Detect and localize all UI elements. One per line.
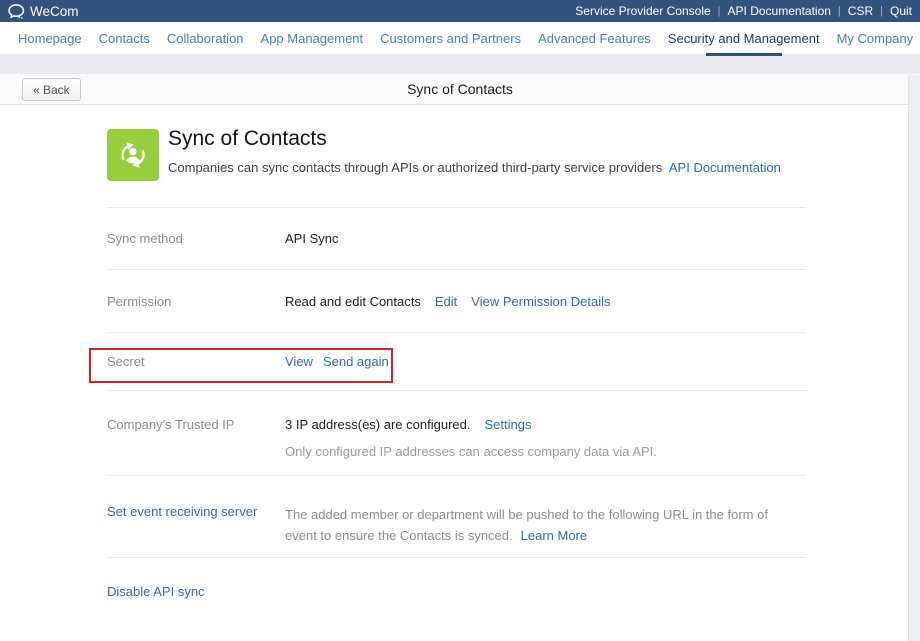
content: Sync of Contacts Companies can sync cont… [0,105,920,639]
nav-item-contacts[interactable]: Contacts [99,22,150,55]
nav-item-my-company[interactable]: My Company [837,22,914,55]
topbar: WeCom Service Provider Console | API Doc… [0,0,920,22]
toplink-csr[interactable]: CSR [848,4,873,18]
nav-item-app-management[interactable]: App Management [261,22,364,55]
nav-item-security-and-management[interactable]: Security and Management [668,22,820,55]
separator: | [831,5,848,17]
page-header: « Back Sync of Contacts [0,74,920,105]
permission-edit-link[interactable]: Edit [435,294,457,309]
row-sync-method: Sync method API Sync [0,208,920,269]
secret-view-link[interactable]: View [285,354,313,369]
toplink-quit[interactable]: Quit [890,4,912,18]
sync-method-label: Sync method [107,231,285,246]
event-server-description: The added member or department will be p… [285,504,795,557]
sync-method-value: API Sync [285,231,338,246]
view-permission-details-link[interactable]: View Permission Details [471,294,610,309]
nav-item-homepage[interactable]: Homepage [18,22,82,55]
set-event-receiving-server-link[interactable]: Set event receiving server [107,504,285,557]
brand-name: WeCom [30,4,79,19]
contacts-sync-icon [107,129,159,181]
separator: | [873,5,890,17]
separator: | [711,5,728,17]
secret-links-group: View Send again [285,354,399,369]
trusted-ip-note: Only configured IP addresses can access … [285,444,657,459]
trusted-ip-value-group: 3 IP address(es) are configured. Settings… [285,417,657,475]
permission-value-group: Read and edit Contacts Edit View Permissio… [285,294,610,309]
trusted-ip-value: 3 IP address(es) are configured. [285,417,470,432]
row-event-server: Set event receiving server The added mem… [0,476,920,557]
toplink-service-provider-console[interactable]: Service Provider Console [575,4,710,18]
main-nav: Homepage Contacts Collaboration App Mana… [0,22,920,55]
nav-item-customers-and-partners[interactable]: Customers and Partners [380,22,521,55]
scrollbar[interactable] [908,75,920,641]
page-title: Sync of Contacts [0,74,920,105]
trusted-ip-value-line: 3 IP address(es) are configured. Settings [285,417,657,432]
row-disable-api: Disable API sync [0,558,920,639]
row-secret: Secret View Send again [0,333,920,390]
hero-description-text: Companies can sync contacts through APIs… [168,160,662,175]
toplink-api-documentation[interactable]: API Documentation [728,4,831,18]
secret-label: Secret [107,354,285,369]
page: WeCom Service Provider Console | API Doc… [0,0,920,641]
secret-send-again-link[interactable]: Send again [323,354,389,369]
page-background-band [0,55,920,74]
wecom-logo[interactable]: WeCom [8,4,79,19]
hero-section: Sync of Contacts Companies can sync cont… [0,105,920,207]
row-permission: Permission Read and edit Contacts Edit Vie… [0,270,920,332]
permission-label: Permission [107,294,285,309]
hero-title: Sync of Contacts [168,127,781,151]
trusted-ip-label: Company's Trusted IP [107,417,285,475]
learn-more-link[interactable]: Learn More [521,528,587,543]
row-trusted-ip: Company's Trusted IP 3 IP address(es) ar… [0,391,920,475]
permission-value: Read and edit Contacts [285,294,421,309]
api-documentation-link[interactable]: API Documentation [669,160,781,175]
topbar-links: Service Provider Console | API Documenta… [575,4,912,18]
nav-item-collaboration[interactable]: Collaboration [167,22,244,55]
trusted-ip-settings-link[interactable]: Settings [484,417,531,432]
disable-api-sync-link[interactable]: Disable API sync [107,584,285,639]
nav-item-advanced-features[interactable]: Advanced Features [538,22,651,55]
hero-description: Companies can sync contacts through APIs… [168,160,781,175]
chat-bubble-icon [8,4,25,19]
